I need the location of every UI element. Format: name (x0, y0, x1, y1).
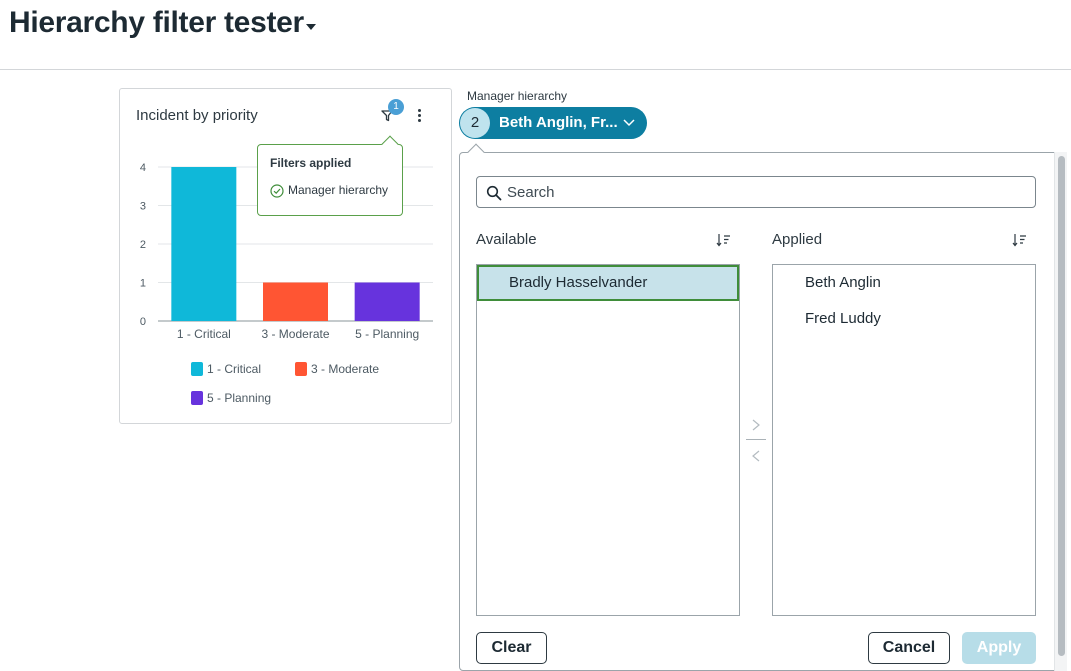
legend-swatch (191, 390, 203, 405)
scrollbar-thumb[interactable] (1058, 156, 1065, 656)
transfer-divider (746, 439, 766, 440)
filter-value: Beth Anglin, Fr... (499, 114, 618, 131)
applied-header: Applied (772, 231, 823, 248)
clear-button[interactable]: Clear (476, 632, 547, 664)
move-right-chevron-icon[interactable] (750, 418, 762, 432)
card-title: Incident by priority (136, 107, 258, 124)
check-circle-icon (270, 184, 284, 198)
tooltip-filter-item: Manager hierarchy (270, 183, 388, 198)
panel-scrollbar[interactable] (1054, 152, 1067, 671)
y-tick-label: 1 (140, 278, 146, 290)
y-tick-label: 3 (140, 201, 146, 213)
manager-hierarchy-filter-pill[interactable]: 2 Beth Anglin, Fr... (459, 107, 647, 139)
bar[interactable] (354, 282, 420, 322)
list-item[interactable]: Bradly Hasselvander (477, 265, 739, 301)
legend-swatch (191, 361, 203, 376)
x-tick-label: 5 - Planning (355, 327, 419, 341)
y-tick-label: 0 (140, 316, 146, 328)
list-item-label: Fred Luddy (805, 310, 881, 327)
page-header: Hierarchy filter tester (0, 0, 1071, 70)
legend-item-critical[interactable]: 1 - Critical (191, 361, 261, 377)
filters-applied-tooltip: Filters applied Manager hierarchy (257, 144, 403, 216)
title-dropdown-caret-icon[interactable] (306, 24, 316, 30)
chart-card: 0 1 2 3 4 1 - Critical 3 - Moderate 5 - Plannin… (119, 88, 452, 424)
sort-available-icon[interactable] (716, 232, 732, 248)
tooltip-title: Filters applied (270, 156, 352, 170)
x-tick-label: 1 - Critical (177, 327, 231, 341)
cancel-button[interactable]: Cancel (868, 632, 950, 664)
x-tick-label: 3 - Moderate (261, 327, 329, 341)
move-left-chevron-icon[interactable] (750, 449, 762, 463)
page-title: Hierarchy filter tester (9, 6, 304, 39)
chevron-down-icon (623, 119, 635, 127)
list-item[interactable]: Fred Luddy (773, 301, 1035, 337)
y-tick-label: 4 (140, 162, 146, 174)
list-item-label: Bradly Hasselvander (509, 274, 648, 291)
apply-button[interactable]: Apply (962, 632, 1036, 664)
list-item[interactable]: Beth Anglin (773, 265, 1035, 301)
search-icon (486, 185, 502, 201)
available-header: Available (476, 231, 537, 248)
legend-label: 5 - Planning (207, 390, 272, 405)
list-item-label: Beth Anglin (805, 274, 881, 291)
bar-chart: 0 1 2 3 4 1 - Critical 3 - Moderate 5 - Plannin… (140, 162, 433, 341)
filter-selection-count: 2 (460, 108, 490, 138)
applied-list[interactable]: Beth Anglin Fred Luddy (772, 264, 1036, 616)
sort-applied-icon[interactable] (1012, 232, 1028, 248)
legend-label: 3 - Moderate (311, 361, 380, 376)
tooltip-filter-label: Manager hierarchy (288, 183, 389, 197)
search-input[interactable] (505, 181, 1025, 203)
legend-swatch (295, 361, 307, 376)
search-box (476, 176, 1036, 208)
legend-item-planning[interactable]: 5 - Planning (191, 390, 271, 406)
legend-label: 1 - Critical (207, 361, 262, 376)
bar[interactable] (171, 167, 237, 321)
legend-item-moderate[interactable]: 3 - Moderate (295, 361, 379, 377)
more-options-icon[interactable] (412, 106, 428, 126)
y-tick-label: 2 (140, 239, 146, 251)
bar[interactable] (263, 282, 328, 322)
available-list[interactable]: Bradly Hasselvander (476, 264, 740, 616)
filter-count-badge: 1 (388, 99, 404, 115)
filter-label: Manager hierarchy (467, 89, 568, 103)
transfer-controls (746, 418, 766, 466)
